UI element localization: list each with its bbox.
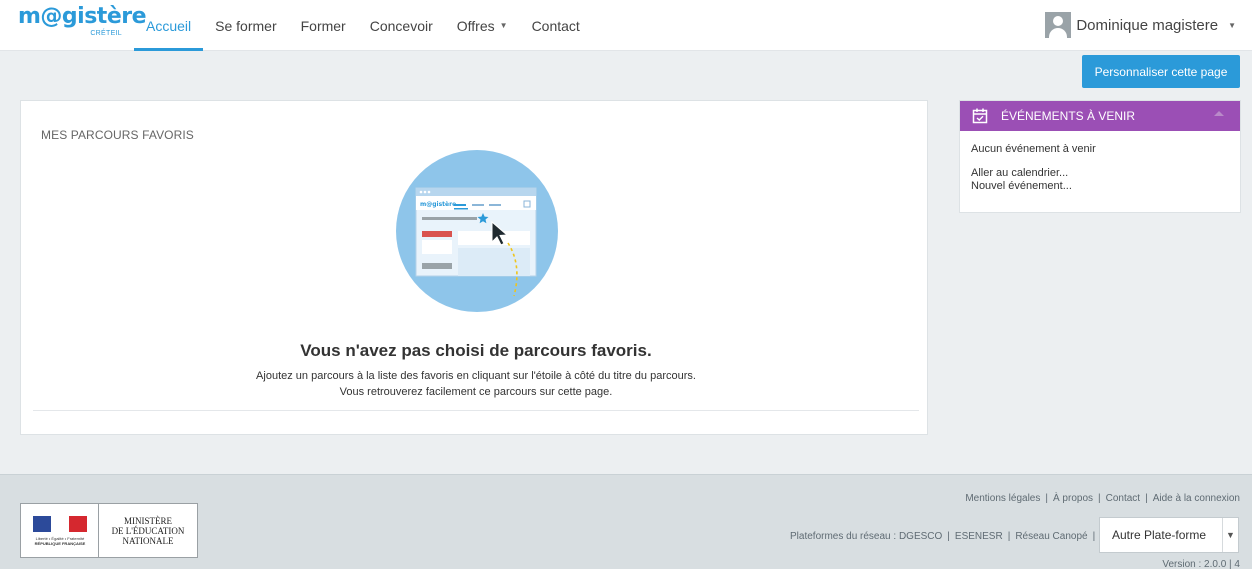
empty-state-description: Ajoutez un parcours à la liste des favor… [33,368,919,400]
platforms-label: Plateformes du réseau : [790,531,897,542]
events-header: ÉVÉNEMENTS À VENIR [960,101,1240,131]
republic-motto: Liberté • Égalité • Fraternité RÉPUBLIQU… [34,536,86,546]
platform-select[interactable]: Autre Plate-forme ▼ [1099,517,1239,553]
nav-se-former[interactable]: Se former [203,0,288,51]
favorites-illustration: m@gistère [396,150,558,312]
legal-notice-link[interactable]: Mentions légales [965,493,1040,504]
magistere-logo[interactable]: m@gistère CRÉTEIL [18,4,147,46]
user-menu[interactable]: Dominique magistere ▼ [1045,9,1236,41]
nav-contact[interactable]: Contact [520,0,592,51]
ministry-name: MINISTÈRE DE L'ÉDUCATION NATIONALE [111,515,185,546]
events-title: ÉVÉNEMENTS À VENIR [1001,109,1136,123]
nav-label: Former [300,17,346,34]
marianne-emblem: Liberté • Égalité • Fraternité RÉPUBLIQU… [21,504,99,557]
nav-label: Concevoir [369,17,433,34]
customize-page-button[interactable]: Personnaliser cette page [1082,55,1240,88]
chevron-down-icon: ▼ [1222,518,1238,552]
nav-concevoir[interactable]: Concevoir [358,0,445,51]
collapse-icon[interactable] [1214,111,1224,116]
favorites-inner: MES PARCOURS FAVORIS m@gistère Vous n'av… [33,113,919,411]
logo-subtitle: CRÉTEIL [90,30,122,37]
nav-label: Accueil [146,17,192,34]
upcoming-events-block: ÉVÉNEMENTS À VENIR Aucun événement à ven… [959,100,1241,213]
go-to-calendar-link[interactable]: Aller au calendrier... [971,167,1229,180]
ministry-logo[interactable]: Liberté • Égalité • Fraternité RÉPUBLIQU… [20,503,198,558]
nav-former[interactable]: Former [289,0,358,51]
nav-label: Se former [215,17,277,34]
contact-link[interactable]: Contact [1106,493,1140,504]
favorites-block: MES PARCOURS FAVORIS m@gistère Vous n'av… [20,100,928,435]
platform-dgesco-link[interactable]: DGESCO [899,531,942,542]
nav-label: Contact [531,17,580,34]
empty-state-line: Ajoutez un parcours à la liste des favor… [256,370,696,382]
block-title: MES PARCOURS FAVORIS [41,128,194,142]
platform-select-value: Autre Plate-forme [1112,528,1207,542]
empty-state-title: Vous n'avez pas choisi de parcours favor… [300,341,652,360]
avatar-icon [1045,12,1072,38]
nav-label: Offres [456,17,495,34]
events-body: Aucun événement à venir Aller au calendr… [960,131,1240,205]
french-flag-icon [33,516,87,532]
caret-down-icon: ▼ [499,21,508,30]
svg-text:m@gistère: m@gistère [420,201,456,208]
new-event-link[interactable]: Nouvel événement... [971,180,1229,193]
calendar-check-icon [972,108,988,124]
user-name: Dominique magistere [1076,16,1219,34]
logo-text: m@gistère [18,4,147,29]
footer: Liberté • Égalité • Fraternité RÉPUBLIQU… [0,474,1252,569]
main-nav: Accueil Se former Former Concevoir Offre… [134,0,592,51]
network-platforms: Plateformes du réseau : DGESCO | ESENESR | R… [790,531,1096,542]
caret-down-icon: ▼ [1228,20,1236,30]
footer-links: Mentions légales | À propos | Contact | Aide à… [965,493,1240,504]
nav-accueil[interactable]: Accueil [134,0,204,51]
top-navbar: m@gistère CRÉTEIL Accueil Se former Form… [0,0,1252,51]
platform-esenesr-link[interactable]: ESENESR [955,531,1003,542]
no-events-text: Aucun événement à venir [971,143,1096,155]
empty-state-line: Vous retrouverez facilement ce parcours … [339,386,613,398]
version-text: Version : 2.0.0 | 4 [1162,559,1240,569]
platform-canope-link[interactable]: Réseau Canopé [1015,531,1087,542]
about-link[interactable]: À propos [1053,493,1093,504]
login-help-link[interactable]: Aide à la connexion [1153,493,1240,504]
nav-offres[interactable]: Offres ▼ [445,0,520,51]
